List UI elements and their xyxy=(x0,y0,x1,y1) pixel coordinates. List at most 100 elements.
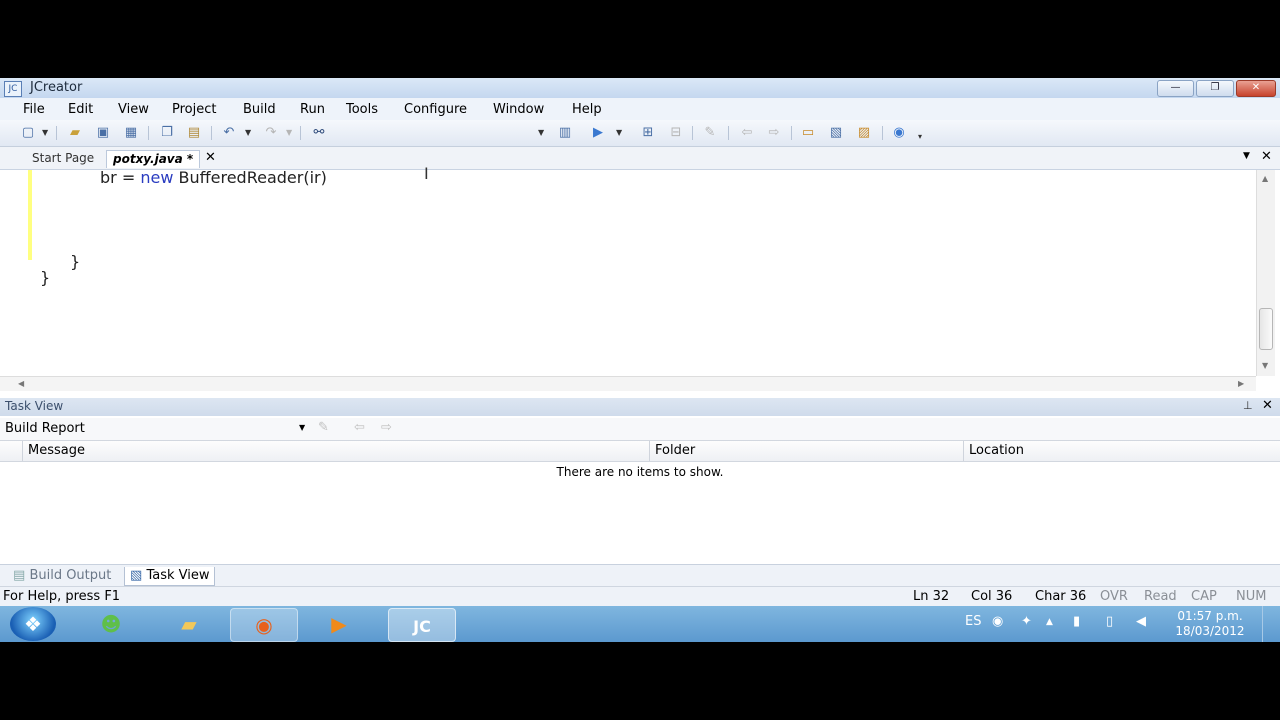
pin-icon[interactable]: ⊥ xyxy=(1243,399,1253,412)
jcreator-icon: JC xyxy=(413,617,431,636)
close-document-icon[interactable]: ✕ xyxy=(1261,149,1272,164)
help-tray-icon[interactable]: ◉ xyxy=(992,614,1003,629)
code-line[interactable]: br = new BufferedReader(ir) xyxy=(100,168,327,187)
column-divider xyxy=(22,441,23,461)
empty-list-message: There are no items to show. xyxy=(556,465,724,479)
network-icon[interactable]: ▮ xyxy=(1073,614,1080,629)
redo-dropdown-icon[interactable]: ▼ xyxy=(286,125,294,141)
tab-start-page[interactable]: Start Page xyxy=(26,150,100,167)
tab-label: Task View xyxy=(146,568,210,583)
build-icon[interactable]: ⊟ xyxy=(668,125,684,141)
code-line[interactable]: } xyxy=(70,252,80,271)
tab-build-output[interactable]: ▤ Build Output xyxy=(8,567,116,585)
new-file-dropdown-icon[interactable]: ▼ xyxy=(42,125,50,141)
volume-icon[interactable]: ◀ xyxy=(1136,614,1146,629)
forward-icon[interactable]: ⇨ xyxy=(766,125,782,141)
status-ovr: OVR xyxy=(1100,589,1128,604)
editor-vertical-scrollbar[interactable]: ▲ ▼ xyxy=(1256,170,1275,376)
menu-file[interactable]: File xyxy=(23,102,45,117)
save-icon[interactable]: ▣ xyxy=(95,125,111,141)
find-icon[interactable]: ⚯ xyxy=(311,125,327,141)
copy-icon[interactable]: ❐ xyxy=(159,125,175,141)
scroll-right-icon[interactable]: ▶ xyxy=(1238,379,1244,388)
taskbar-media-player[interactable]: ▶ xyxy=(306,608,372,640)
report-dropdown-icon[interactable]: ▼ xyxy=(299,423,305,432)
menu-bar: File Edit View Project Build Run Tools C… xyxy=(0,98,1280,120)
scroll-down-icon[interactable]: ▼ xyxy=(1262,361,1268,370)
save-all-icon[interactable]: ▦ xyxy=(123,125,139,141)
toolbar-separator xyxy=(728,126,729,140)
tab-potxy-java[interactable]: potxy.java * xyxy=(106,150,201,168)
maximize-button[interactable]: ❐ xyxy=(1196,80,1234,97)
jcreator-app-icon[interactable]: JC xyxy=(4,81,22,97)
battery-icon[interactable]: ▯ xyxy=(1106,614,1113,629)
scroll-left-icon[interactable]: ◀ xyxy=(18,379,24,388)
toolbar-options-icon[interactable]: ▾ xyxy=(918,129,926,145)
title-bar[interactable]: JC JCreator — ❐ ✕ xyxy=(0,78,1280,98)
scrollbar-thumb[interactable] xyxy=(1259,308,1273,350)
back-icon[interactable]: ⇦ xyxy=(739,125,755,141)
minimize-button[interactable]: — xyxy=(1157,80,1194,97)
open-icon[interactable]: ▰ xyxy=(67,125,83,141)
paste-icon[interactable]: ▤ xyxy=(186,125,202,141)
start-button[interactable]: ❖ xyxy=(10,607,56,641)
status-column: Col 36 xyxy=(971,589,1013,604)
prev-task-icon[interactable]: ⇦ xyxy=(354,420,365,435)
project-icon[interactable]: ▥ xyxy=(557,125,573,141)
code-editor[interactable]: br = new BufferedReader(ir) } } I xyxy=(0,164,1256,376)
options-icon[interactable]: ▧ xyxy=(828,125,844,141)
toolbar-separator xyxy=(692,126,693,140)
show-desktop-button[interactable] xyxy=(1262,606,1279,642)
tab-task-view[interactable]: ▧ Task View xyxy=(124,567,216,586)
column-location[interactable]: Location xyxy=(969,443,1024,458)
language-indicator[interactable]: ES xyxy=(965,614,981,629)
taskbar-jcreator[interactable]: JC xyxy=(388,608,456,642)
taskbar-firefox[interactable]: ◉ xyxy=(230,608,298,642)
menu-project[interactable]: Project xyxy=(172,102,216,117)
tile-icon[interactable]: ▨ xyxy=(856,125,872,141)
code-keyword: new xyxy=(140,168,174,187)
menu-build[interactable]: Build xyxy=(243,102,276,117)
tab-list-dropdown-icon[interactable]: ▼ xyxy=(1243,151,1250,161)
window-icon[interactable]: ▭ xyxy=(800,125,816,141)
close-panel-icon[interactable]: ✕ xyxy=(1262,398,1273,413)
run-icon[interactable]: ▶ xyxy=(590,125,606,141)
help-icon[interactable]: ◉ xyxy=(891,125,907,141)
debug-icon[interactable]: ✎ xyxy=(702,125,718,141)
menu-edit[interactable]: Edit xyxy=(68,102,93,117)
taskbar-explorer[interactable]: ▰ xyxy=(156,608,222,640)
firefox-icon: ◉ xyxy=(255,613,273,637)
new-file-icon[interactable]: ▢ xyxy=(20,125,36,141)
jcreator-window: JC JCreator — ❐ ✕ File Edit View Project… xyxy=(0,78,1280,607)
document-tab-bar: Start Page potxy.java * ✕ ▼ ✕ xyxy=(0,147,1280,170)
bluetooth-icon[interactable]: ✦ xyxy=(1021,614,1032,629)
close-window-button[interactable]: ✕ xyxy=(1236,80,1276,97)
column-message[interactable]: Message xyxy=(28,443,85,458)
scroll-up-icon[interactable]: ▲ xyxy=(1262,174,1268,183)
menu-window[interactable]: Window xyxy=(493,102,544,117)
menu-run[interactable]: Run xyxy=(300,102,325,117)
menu-tools[interactable]: Tools xyxy=(346,102,378,117)
menu-help[interactable]: Help xyxy=(572,102,602,117)
redo-icon[interactable]: ↷ xyxy=(263,125,279,141)
configuration-dropdown-icon[interactable]: ▼ xyxy=(538,125,546,141)
close-tab-icon[interactable]: ✕ xyxy=(205,150,216,165)
edit-task-icon[interactable]: ✎ xyxy=(318,420,329,435)
compile-icon[interactable]: ⊞ xyxy=(640,125,656,141)
editor-horizontal-scrollbar[interactable]: ◀ ▶ xyxy=(0,376,1256,391)
column-folder[interactable]: Folder xyxy=(655,443,695,458)
menu-configure[interactable]: Configure xyxy=(404,102,467,117)
code-line[interactable]: } xyxy=(40,268,50,287)
next-task-icon[interactable]: ⇨ xyxy=(381,420,392,435)
undo-dropdown-icon[interactable]: ▼ xyxy=(245,125,253,141)
report-type-select[interactable]: Build Report xyxy=(5,421,85,436)
taskbar-people-app[interactable]: ☻ xyxy=(78,608,144,640)
show-hidden-icons-icon[interactable]: ▲ xyxy=(1046,617,1053,627)
windows-logo-icon: ❖ xyxy=(24,612,42,636)
code-token: br xyxy=(100,168,117,187)
run-dropdown-icon[interactable]: ▼ xyxy=(616,125,624,141)
taskbar-clock[interactable]: 01:57 p.m. 18/03/2012 xyxy=(1168,609,1252,639)
undo-icon[interactable]: ↶ xyxy=(221,125,237,141)
status-cap: CAP xyxy=(1191,589,1217,604)
menu-view[interactable]: View xyxy=(118,102,149,117)
